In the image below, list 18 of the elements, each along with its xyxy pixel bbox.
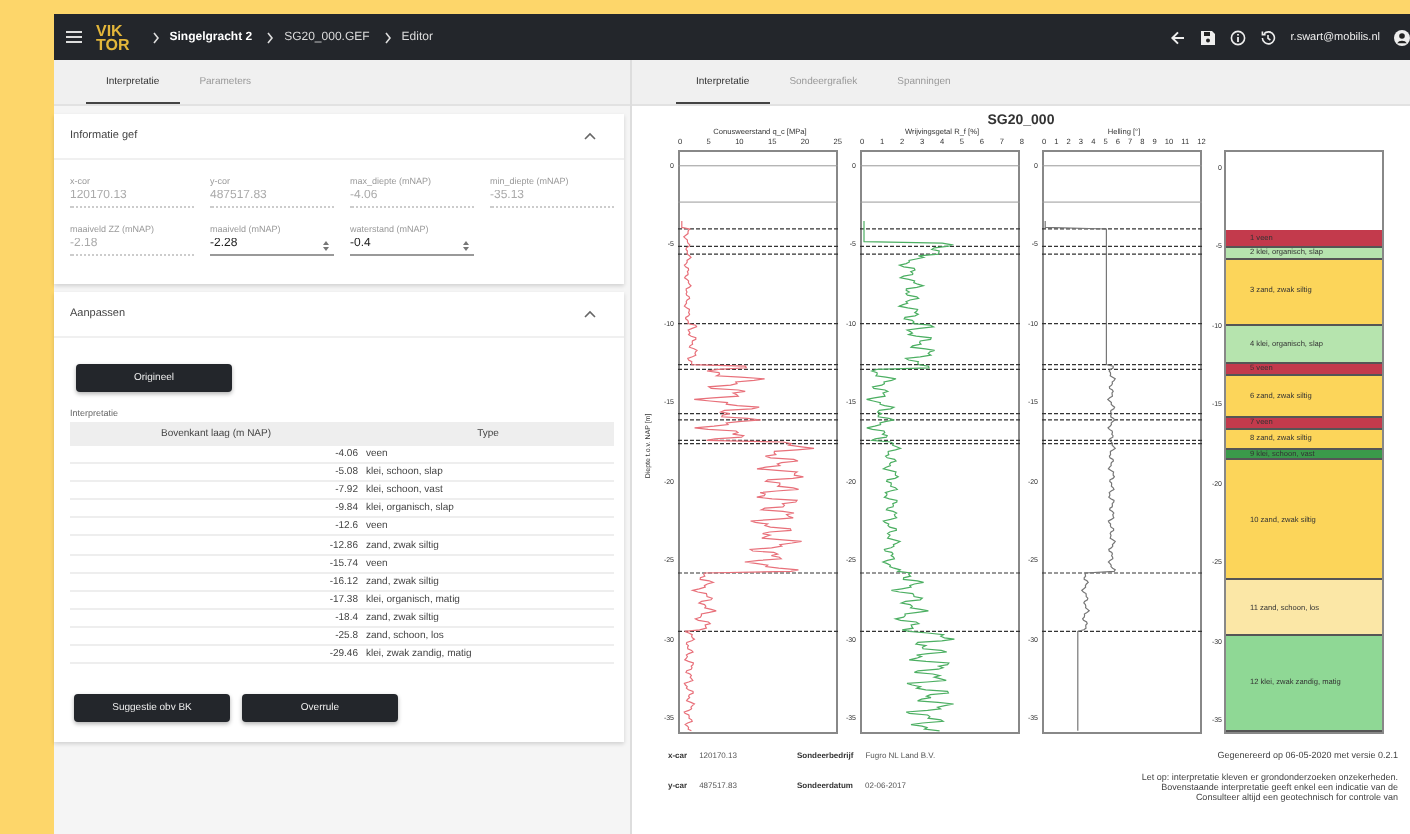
save-icon <box>1200 29 1217 45</box>
chevron-right-icon <box>383 31 392 43</box>
menu-button[interactable] <box>66 30 82 44</box>
chevron-right-icon <box>266 31 275 43</box>
history-button[interactable] <box>1260 29 1277 45</box>
arrow-left-icon <box>1170 29 1187 45</box>
save-button[interactable] <box>1200 29 1217 45</box>
spinner-icon <box>322 240 330 252</box>
logo-text: TOR <box>96 37 130 51</box>
back-button[interactable] <box>1170 29 1187 45</box>
history-icon <box>1260 29 1277 45</box>
spinner-icon <box>462 240 470 252</box>
chevron-right-icon <box>151 31 160 43</box>
menu-icon <box>66 30 82 44</box>
info-icon <box>1230 29 1247 45</box>
logo-text: VIK <box>96 23 123 37</box>
account-button[interactable] <box>1394 29 1410 45</box>
info-button[interactable] <box>1230 29 1247 45</box>
